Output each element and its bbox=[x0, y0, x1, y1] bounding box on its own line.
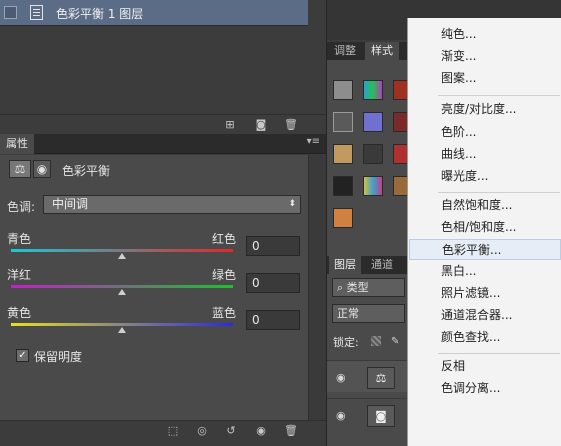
updown-arrow-icon: ⬍ bbox=[288, 199, 296, 209]
slider-blue-label: 蓝色 bbox=[212, 306, 237, 320]
preserve-luminosity-checkbox[interactable]: ✓ bbox=[16, 349, 29, 362]
mask-icon[interactable]: ◉ bbox=[33, 160, 51, 178]
menu-separator bbox=[438, 353, 560, 354]
scale-balance-icon: ⚖ bbox=[367, 367, 395, 389]
style-swatch[interactable] bbox=[333, 208, 353, 228]
tone-label: 色调: bbox=[7, 200, 36, 214]
layer-name: 色彩平衡 1 图层 bbox=[56, 7, 144, 21]
styles-tabbar: 调整 样式 bbox=[327, 42, 407, 60]
menu-item-invert[interactable]: 反相 bbox=[409, 356, 561, 377]
camera-icon: ◙ bbox=[367, 405, 395, 427]
layer-row[interactable]: ◉ ◙ bbox=[327, 398, 407, 430]
style-swatch[interactable] bbox=[333, 176, 353, 196]
slider-magenta-label: 洋红 bbox=[7, 268, 32, 282]
menu-item-hue-saturation[interactable]: 色相/饱和度... bbox=[409, 217, 561, 238]
menu-item-levels[interactable]: 色阶... bbox=[409, 122, 561, 143]
adjustment-layer-menu: 纯色... 渐变... 图案... 亮度/对比度... 色阶... 曲线... … bbox=[407, 18, 561, 446]
clip-to-layer-icon[interactable]: ⬚ bbox=[166, 424, 180, 437]
tab-adjustments[interactable]: 调整 bbox=[327, 42, 363, 60]
layers-tabbar: 图层 通道 bbox=[327, 256, 407, 274]
style-swatch[interactable] bbox=[363, 176, 383, 196]
tab-styles[interactable]: 样式 bbox=[365, 42, 399, 60]
properties-footer-toolbar: ⬚ ◎ ↺ ◉ 🗑 bbox=[0, 420, 326, 440]
trash-icon[interactable]: 🗑 bbox=[284, 424, 298, 437]
menu-item-solid-color[interactable]: 纯色... bbox=[409, 24, 561, 45]
menu-item-brightness-contrast[interactable]: 亮度/对比度... bbox=[409, 99, 561, 120]
style-swatch[interactable] bbox=[333, 112, 353, 132]
tone-dropdown[interactable]: 中间调 ⬍ bbox=[43, 195, 301, 214]
slider-magenta-green-handle[interactable] bbox=[118, 289, 126, 295]
adjustment-layer-icon bbox=[30, 5, 43, 20]
menu-separator bbox=[438, 192, 560, 193]
slider-red-label: 红色 bbox=[212, 232, 237, 246]
slider-yellow-blue-track[interactable] bbox=[11, 323, 233, 326]
slider-cyan-red-handle[interactable] bbox=[118, 253, 126, 259]
layer-filter-value: 类型 bbox=[346, 281, 369, 294]
scale-balance-icon[interactable]: ⚖ bbox=[9, 160, 31, 178]
trash-icon[interactable]: 🗑 bbox=[284, 118, 298, 131]
menu-item-photo-filter[interactable]: 照片滤镜... bbox=[409, 283, 561, 304]
slider-yellow-blue-handle[interactable] bbox=[118, 327, 126, 333]
camera-icon[interactable]: ◙ bbox=[254, 118, 268, 131]
slider-cyan-red-track[interactable] bbox=[11, 249, 233, 252]
lock-label: 锁定: bbox=[333, 336, 359, 349]
style-swatch[interactable] bbox=[363, 112, 383, 132]
style-swatch[interactable] bbox=[333, 80, 353, 100]
panel-menu-icon[interactable]: ▾≡ bbox=[307, 136, 320, 147]
cyan-red-value[interactable]: 0 bbox=[246, 236, 300, 256]
style-swatch[interactable] bbox=[333, 144, 353, 164]
layer-list-empty-area bbox=[0, 26, 308, 114]
layer-visibility-checkbox[interactable] bbox=[4, 6, 17, 19]
layer-row-adjustment[interactable]: ◉ ⚖ bbox=[327, 360, 407, 392]
menu-item-posterize[interactable]: 色调分离... bbox=[409, 378, 561, 399]
menu-item-color-lookup[interactable]: 颜色查找... bbox=[409, 327, 561, 348]
slider-yellow-label: 黄色 bbox=[7, 306, 32, 320]
preserve-luminosity-label: 保留明度 bbox=[34, 350, 83, 364]
properties-scrollbar[interactable] bbox=[308, 155, 326, 420]
slider-magenta-green-track[interactable] bbox=[11, 285, 233, 288]
blend-mode-dropdown[interactable]: 正常 bbox=[332, 304, 405, 323]
yellow-blue-value[interactable]: 0 bbox=[246, 310, 300, 330]
menu-item-pattern[interactable]: 图案... bbox=[409, 68, 561, 89]
slider-cyan-label: 青色 bbox=[7, 232, 32, 246]
reset-icon[interactable]: ↺ bbox=[224, 424, 238, 437]
menu-item-curves[interactable]: 曲线... bbox=[409, 144, 561, 165]
menu-item-exposure[interactable]: 曝光度... bbox=[409, 166, 561, 187]
menu-item-vibrance[interactable]: 自然饱和度... bbox=[409, 195, 561, 216]
properties-panel: ⚖ ◉ 色彩平衡 色调: 中间调 ⬍ 青色 红色 0 洋红 绿色 0 黄色 蓝色… bbox=[0, 155, 308, 420]
layer-row-color-balance[interactable]: 色彩平衡 1 图层 bbox=[0, 0, 308, 26]
style-swatch[interactable] bbox=[363, 144, 383, 164]
tab-properties[interactable]: 属性 bbox=[0, 134, 34, 154]
tone-value: 中间调 bbox=[52, 197, 89, 211]
styles-grid bbox=[327, 60, 413, 256]
properties-tabbar: 属性 ▾≡ bbox=[0, 134, 326, 154]
tab-channels[interactable]: 通道 bbox=[365, 256, 399, 274]
visibility-eye-icon[interactable]: ◉ bbox=[336, 409, 346, 422]
tab-layers[interactable]: 图层 bbox=[329, 256, 361, 274]
layer-filter-dropdown[interactable]: ⌕ 类型 bbox=[332, 278, 405, 297]
menu-item-channel-mixer[interactable]: 通道混合器... bbox=[409, 305, 561, 326]
style-swatch[interactable] bbox=[363, 80, 383, 100]
slider-green-label: 绿色 bbox=[212, 268, 237, 282]
menu-item-black-white[interactable]: 黑白... bbox=[409, 261, 561, 282]
menu-item-color-balance[interactable]: 色彩平衡... bbox=[409, 239, 561, 260]
lock-transparency-icon[interactable] bbox=[371, 336, 381, 346]
layer-footer-toolbar: ⊞ ◙ 🗑 bbox=[0, 114, 326, 134]
menu-separator bbox=[438, 95, 560, 96]
view-previous-icon[interactable]: ◎ bbox=[195, 424, 209, 437]
search-icon: ⌕ bbox=[337, 281, 347, 294]
adjustment-title: 色彩平衡 bbox=[62, 164, 111, 178]
layers-panel: ⌕ 类型 正常 锁定: ✎ ◉ ⚖ ◉ ◙ bbox=[327, 274, 407, 446]
visibility-eye-icon[interactable]: ◉ bbox=[336, 371, 346, 384]
magenta-green-value[interactable]: 0 bbox=[246, 273, 300, 293]
menu-item-gradient[interactable]: 渐变... bbox=[409, 46, 561, 67]
lock-paint-icon[interactable]: ✎ bbox=[391, 336, 399, 347]
new-group-icon[interactable]: ⊞ bbox=[223, 118, 237, 131]
visibility-eye-icon[interactable]: ◉ bbox=[254, 424, 268, 437]
